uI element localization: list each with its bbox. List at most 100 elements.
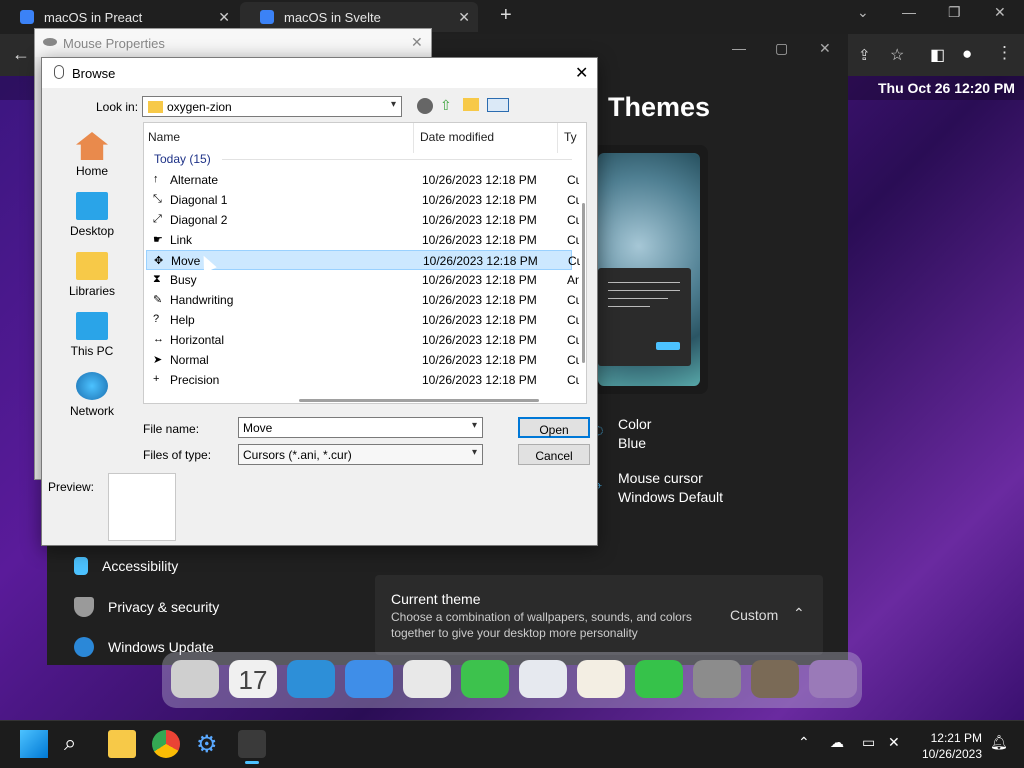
mouse-icon (43, 38, 57, 46)
purus-twitter-icon[interactable] (809, 660, 857, 698)
file-type-dropdown[interactable]: Cursors (*.ani, *.cur) ▾ (238, 444, 483, 465)
place-label: Libraries (68, 284, 116, 298)
column-date[interactable]: Date modified (420, 130, 494, 144)
cursor-file-icon: ? (153, 313, 160, 325)
place-this-pc[interactable]: This PC (47, 312, 137, 358)
list-item[interactable]: ⧗Busy10/26/2023 12:18 PMAn (146, 270, 579, 290)
place-network[interactable]: Network (47, 372, 137, 418)
tab-search-icon[interactable]: ⌄ (857, 4, 869, 21)
sidebar-item-accessibility[interactable]: Accessibility (74, 557, 178, 575)
chevron-up-icon[interactable]: ⌃ (793, 605, 805, 622)
vscode-icon[interactable] (287, 660, 335, 698)
settings-maximize-icon[interactable]: ▢ (775, 40, 788, 57)
favicon-icon (260, 10, 274, 24)
settings-close-icon[interactable]: ✕ (819, 40, 831, 57)
list-item[interactable]: ⤢Diagonal 210/26/2023 12:18 PMCu (146, 210, 579, 230)
menu-icon[interactable]: ⋮ (996, 43, 1013, 63)
messages-icon[interactable] (461, 660, 509, 698)
back-icon[interactable]: ← (12, 44, 30, 65)
onedrive-icon[interactable]: ☁ (830, 734, 844, 751)
cursor-file-icon: + (153, 373, 160, 385)
taskbar-clock[interactable]: 12:21 PM 10/26/2023 (918, 730, 982, 762)
browser-actions: ⇪ ☆ ◧ ● ⋮ (848, 40, 1024, 70)
launchpad-icon[interactable] (171, 660, 219, 698)
places-bar: Home Desktop Libraries This PC Network (47, 118, 137, 428)
list-item[interactable]: ⤡Diagonal 110/26/2023 12:18 PMCu (146, 190, 579, 210)
current-theme-title: Current theme (391, 591, 481, 607)
close-icon[interactable]: ✕ (411, 34, 423, 51)
view-menu-icon[interactable] (487, 98, 509, 112)
notification-bell-icon[interactable]: 🔔︎ (990, 734, 1008, 751)
file-explorer-icon[interactable] (108, 730, 136, 758)
system-preferences-icon[interactable] (693, 660, 741, 698)
display-icon[interactable]: ▭ (862, 734, 875, 751)
safari-icon[interactable] (403, 660, 451, 698)
bookmark-star-icon[interactable]: ☆ (890, 45, 904, 65)
mouse-cursor-setting[interactable]: Mouse cursor Windows Default (618, 469, 723, 507)
start-icon[interactable] (20, 730, 48, 758)
close-window-icon[interactable]: ✕ (994, 4, 1006, 21)
group-header[interactable]: Today (15) (154, 152, 211, 166)
place-home[interactable]: Home (47, 132, 137, 178)
list-item[interactable]: +Precision10/26/2023 12:18 PMCu (146, 370, 579, 390)
list-item[interactable]: ↔Horizontal10/26/2023 12:18 PMCu (146, 330, 579, 350)
cancel-button[interactable]: Cancel (518, 444, 590, 465)
list-item[interactable]: ↑Alternate10/26/2023 12:18 PMCu (146, 170, 579, 190)
mouse-icon (54, 65, 64, 79)
list-item[interactable]: ☛Link10/26/2023 12:18 PMCu (146, 230, 579, 250)
profile-icon[interactable]: ● (962, 44, 972, 64)
place-desktop[interactable]: Desktop (47, 192, 137, 238)
new-folder-icon[interactable] (463, 98, 479, 111)
facetime-icon[interactable] (635, 660, 683, 698)
horizontal-scrollbar[interactable] (299, 399, 539, 402)
cursor-file-icon: ✥ (154, 255, 164, 267)
file-name-input[interactable]: Move ▾ (238, 417, 483, 438)
file-type-label: Files of type: (143, 448, 212, 462)
back-icon[interactable] (417, 98, 433, 114)
share-icon[interactable]: ⇪ (858, 46, 871, 64)
settings-minimize-icon[interactable]: — (732, 40, 746, 56)
sidepanel-icon[interactable]: ◧ (930, 45, 945, 65)
photos-icon[interactable] (577, 660, 625, 698)
dialog-titlebar: Browse ✕ (42, 58, 597, 88)
accessibility-icon (74, 557, 88, 575)
favicon-icon (20, 10, 34, 24)
color-setting[interactable]: Color Blue (618, 415, 651, 453)
current-theme-card[interactable]: Current theme Choose a combination of wa… (375, 575, 823, 655)
list-item[interactable]: ✎Handwriting10/26/2023 12:18 PMCu (146, 290, 579, 310)
up-folder-icon[interactable]: ⇧ (440, 97, 452, 114)
settings-gear-icon[interactable]: ⚙ (196, 730, 224, 758)
cursor-file-icon: ⤡ (153, 193, 162, 205)
color-value: Blue (618, 435, 647, 451)
sidebar-item-privacy[interactable]: Privacy & security (74, 597, 219, 617)
chrome-icon[interactable] (152, 730, 180, 758)
close-tab-icon[interactable]: ✕ (458, 9, 470, 26)
close-tab-icon[interactable]: ✕ (218, 9, 230, 26)
mail-icon[interactable] (519, 660, 567, 698)
volume-muted-icon[interactable]: ✕ (888, 734, 900, 751)
finder-icon[interactable] (345, 660, 393, 698)
open-button[interactable]: Open (518, 417, 590, 438)
column-name[interactable]: Name (148, 130, 180, 144)
place-libraries[interactable]: Libraries (47, 252, 137, 298)
search-icon[interactable]: ⌕ (64, 730, 92, 758)
list-item[interactable]: ?Help10/26/2023 12:18 PMCu (146, 310, 579, 330)
look-in-dropdown[interactable]: oxygen-zion ▾ (142, 96, 402, 117)
column-type[interactable]: Ty (564, 130, 577, 144)
folder-icon (148, 101, 163, 113)
color-label: Color (618, 416, 652, 432)
mouse-properties-taskbar-icon[interactable] (238, 730, 266, 758)
browse-dialog: Browse ✕ Look in: oxygen-zion ▾ ⇧ Home D… (41, 57, 598, 546)
list-item[interactable]: ➤Normal10/26/2023 12:18 PMCu (146, 350, 579, 370)
minimize-icon[interactable]: — (902, 4, 916, 20)
calendar-icon[interactable]: 17 (229, 660, 277, 698)
chevron-up-icon[interactable]: ⌃ (798, 734, 810, 751)
new-tab-button[interactable]: + (500, 4, 512, 27)
close-icon[interactable]: ✕ (575, 63, 588, 83)
sidebar-item-label: Accessibility (102, 558, 179, 574)
wallpapers-app-icon[interactable] (751, 660, 799, 698)
chevron-down-icon[interactable]: ▾ (472, 420, 477, 431)
restore-icon[interactable]: ❐ (948, 4, 961, 21)
current-theme-desc-2: together to give your desktop more perso… (391, 626, 638, 640)
vertical-scrollbar[interactable] (582, 203, 585, 363)
